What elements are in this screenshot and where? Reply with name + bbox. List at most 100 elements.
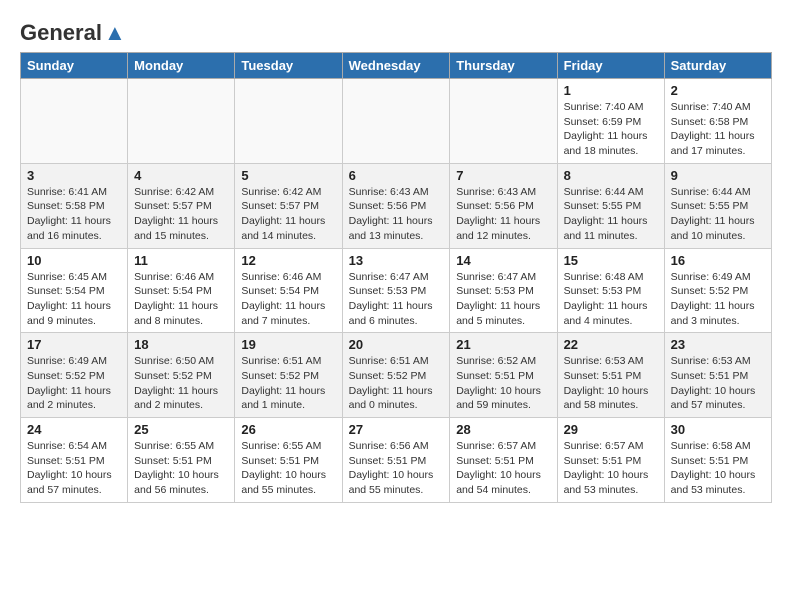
day-info: Sunrise: 7:40 AM Sunset: 6:58 PM Dayligh… bbox=[671, 100, 765, 159]
day-number: 21 bbox=[456, 337, 550, 352]
day-number: 14 bbox=[456, 253, 550, 268]
header: General ▲ bbox=[20, 20, 772, 42]
day-number: 16 bbox=[671, 253, 765, 268]
day-number: 18 bbox=[134, 337, 228, 352]
day-info: Sunrise: 6:52 AM Sunset: 5:51 PM Dayligh… bbox=[456, 354, 550, 413]
calendar-cell: 20 Sunrise: 6:51 AM Sunset: 5:52 PM Dayli… bbox=[342, 333, 450, 418]
day-info: Sunrise: 6:42 AM Sunset: 5:57 PM Dayligh… bbox=[134, 185, 228, 244]
calendar-cell bbox=[342, 79, 450, 164]
day-info: Sunrise: 6:44 AM Sunset: 5:55 PM Dayligh… bbox=[564, 185, 658, 244]
day-info: Sunrise: 6:57 AM Sunset: 5:51 PM Dayligh… bbox=[456, 439, 550, 498]
calendar-cell: 15 Sunrise: 6:48 AM Sunset: 5:53 PM Dayli… bbox=[557, 248, 664, 333]
weekday-header-thursday: Thursday bbox=[450, 53, 557, 79]
weekday-header-wednesday: Wednesday bbox=[342, 53, 450, 79]
day-number: 24 bbox=[27, 422, 121, 437]
day-number: 15 bbox=[564, 253, 658, 268]
calendar-cell: 7 Sunrise: 6:43 AM Sunset: 5:56 PM Daylig… bbox=[450, 163, 557, 248]
weekday-header-monday: Monday bbox=[128, 53, 235, 79]
day-info: Sunrise: 6:51 AM Sunset: 5:52 PM Dayligh… bbox=[349, 354, 444, 413]
calendar-cell: 10Sunrise: 6:45 AM Sunset: 5:54 PM Dayli… bbox=[21, 248, 128, 333]
day-number: 23 bbox=[671, 337, 765, 352]
calendar-cell: 16 Sunrise: 6:49 AM Sunset: 5:52 PM Dayli… bbox=[664, 248, 771, 333]
day-number: 7 bbox=[456, 168, 550, 183]
day-info: Sunrise: 6:46 AM Sunset: 5:54 PM Dayligh… bbox=[241, 270, 335, 329]
day-number: 10 bbox=[27, 253, 121, 268]
calendar-cell: 2 Sunrise: 7:40 AM Sunset: 6:58 PM Daylig… bbox=[664, 79, 771, 164]
calendar-week-row: 10Sunrise: 6:45 AM Sunset: 5:54 PM Dayli… bbox=[21, 248, 772, 333]
day-number: 29 bbox=[564, 422, 658, 437]
calendar-cell: 29 Sunrise: 6:57 AM Sunset: 5:51 PM Dayli… bbox=[557, 418, 664, 503]
day-number: 30 bbox=[671, 422, 765, 437]
calendar-cell: 13 Sunrise: 6:47 AM Sunset: 5:53 PM Dayli… bbox=[342, 248, 450, 333]
calendar-cell: 23 Sunrise: 6:53 AM Sunset: 5:51 PM Dayli… bbox=[664, 333, 771, 418]
calendar-table: SundayMondayTuesdayWednesdayThursdayFrid… bbox=[20, 52, 772, 503]
day-info: Sunrise: 6:43 AM Sunset: 5:56 PM Dayligh… bbox=[456, 185, 550, 244]
day-number: 5 bbox=[241, 168, 335, 183]
day-info: Sunrise: 6:48 AM Sunset: 5:53 PM Dayligh… bbox=[564, 270, 658, 329]
weekday-header-tuesday: Tuesday bbox=[235, 53, 342, 79]
day-number: 27 bbox=[349, 422, 444, 437]
day-info: Sunrise: 6:49 AM Sunset: 5:52 PM Dayligh… bbox=[671, 270, 765, 329]
day-info: Sunrise: 6:43 AM Sunset: 5:56 PM Dayligh… bbox=[349, 185, 444, 244]
calendar-cell: 12 Sunrise: 6:46 AM Sunset: 5:54 PM Dayli… bbox=[235, 248, 342, 333]
day-number: 25 bbox=[134, 422, 228, 437]
day-info: Sunrise: 6:51 AM Sunset: 5:52 PM Dayligh… bbox=[241, 354, 335, 413]
day-info: Sunrise: 6:53 AM Sunset: 5:51 PM Dayligh… bbox=[671, 354, 765, 413]
calendar-header-row: SundayMondayTuesdayWednesdayThursdayFrid… bbox=[21, 53, 772, 79]
day-info: Sunrise: 6:46 AM Sunset: 5:54 PM Dayligh… bbox=[134, 270, 228, 329]
calendar-cell: 30 Sunrise: 6:58 AM Sunset: 5:51 PM Dayli… bbox=[664, 418, 771, 503]
weekday-header-friday: Friday bbox=[557, 53, 664, 79]
day-number: 2 bbox=[671, 83, 765, 98]
logo-general: General bbox=[20, 20, 102, 46]
calendar-cell: 1 Sunrise: 7:40 AM Sunset: 6:59 PM Daylig… bbox=[557, 79, 664, 164]
calendar-week-row: 3 Sunrise: 6:41 AM Sunset: 5:58 PM Daylig… bbox=[21, 163, 772, 248]
day-info: Sunrise: 6:56 AM Sunset: 5:51 PM Dayligh… bbox=[349, 439, 444, 498]
day-info: Sunrise: 6:42 AM Sunset: 5:57 PM Dayligh… bbox=[241, 185, 335, 244]
day-number: 28 bbox=[456, 422, 550, 437]
calendar-cell: 27 Sunrise: 6:56 AM Sunset: 5:51 PM Dayli… bbox=[342, 418, 450, 503]
day-number: 13 bbox=[349, 253, 444, 268]
day-info: Sunrise: 6:44 AM Sunset: 5:55 PM Dayligh… bbox=[671, 185, 765, 244]
day-number: 3 bbox=[27, 168, 121, 183]
day-number: 12 bbox=[241, 253, 335, 268]
day-info: Sunrise: 6:54 AM Sunset: 5:51 PM Dayligh… bbox=[27, 439, 121, 498]
calendar-cell: 21 Sunrise: 6:52 AM Sunset: 5:51 PM Dayli… bbox=[450, 333, 557, 418]
calendar-cell: 28 Sunrise: 6:57 AM Sunset: 5:51 PM Dayli… bbox=[450, 418, 557, 503]
calendar-cell bbox=[450, 79, 557, 164]
weekday-header-sunday: Sunday bbox=[21, 53, 128, 79]
calendar-cell: 5 Sunrise: 6:42 AM Sunset: 5:57 PM Daylig… bbox=[235, 163, 342, 248]
day-info: Sunrise: 6:50 AM Sunset: 5:52 PM Dayligh… bbox=[134, 354, 228, 413]
calendar-cell: 3 Sunrise: 6:41 AM Sunset: 5:58 PM Daylig… bbox=[21, 163, 128, 248]
calendar-cell: 11 Sunrise: 6:46 AM Sunset: 5:54 PM Dayli… bbox=[128, 248, 235, 333]
calendar-cell: 22 Sunrise: 6:53 AM Sunset: 5:51 PM Dayli… bbox=[557, 333, 664, 418]
calendar-cell: 25 Sunrise: 6:55 AM Sunset: 5:51 PM Dayli… bbox=[128, 418, 235, 503]
day-info: Sunrise: 6:49 AM Sunset: 5:52 PM Dayligh… bbox=[27, 354, 121, 413]
calendar-cell: 4 Sunrise: 6:42 AM Sunset: 5:57 PM Daylig… bbox=[128, 163, 235, 248]
calendar-cell: 18 Sunrise: 6:50 AM Sunset: 5:52 PM Dayli… bbox=[128, 333, 235, 418]
calendar-cell bbox=[21, 79, 128, 164]
calendar-week-row: 24 Sunrise: 6:54 AM Sunset: 5:51 PM Dayli… bbox=[21, 418, 772, 503]
day-info: Sunrise: 6:58 AM Sunset: 5:51 PM Dayligh… bbox=[671, 439, 765, 498]
logo-bird-icon: ▲ bbox=[104, 20, 126, 46]
day-info: Sunrise: 6:41 AM Sunset: 5:58 PM Dayligh… bbox=[27, 185, 121, 244]
calendar-cell: 14 Sunrise: 6:47 AM Sunset: 5:53 PM Dayli… bbox=[450, 248, 557, 333]
day-info: Sunrise: 6:47 AM Sunset: 5:53 PM Dayligh… bbox=[456, 270, 550, 329]
day-number: 9 bbox=[671, 168, 765, 183]
day-number: 20 bbox=[349, 337, 444, 352]
day-info: Sunrise: 6:53 AM Sunset: 5:51 PM Dayligh… bbox=[564, 354, 658, 413]
day-number: 26 bbox=[241, 422, 335, 437]
day-info: Sunrise: 6:47 AM Sunset: 5:53 PM Dayligh… bbox=[349, 270, 444, 329]
day-number: 11 bbox=[134, 253, 228, 268]
weekday-header-saturday: Saturday bbox=[664, 53, 771, 79]
day-info: Sunrise: 6:55 AM Sunset: 5:51 PM Dayligh… bbox=[134, 439, 228, 498]
calendar-cell: 26Sunrise: 6:55 AM Sunset: 5:51 PM Dayli… bbox=[235, 418, 342, 503]
calendar-cell bbox=[128, 79, 235, 164]
calendar-cell: 24 Sunrise: 6:54 AM Sunset: 5:51 PM Dayli… bbox=[21, 418, 128, 503]
day-number: 22 bbox=[564, 337, 658, 352]
day-info: Sunrise: 7:40 AM Sunset: 6:59 PM Dayligh… bbox=[564, 100, 658, 159]
day-number: 17 bbox=[27, 337, 121, 352]
calendar-cell: 9 Sunrise: 6:44 AM Sunset: 5:55 PM Daylig… bbox=[664, 163, 771, 248]
day-number: 4 bbox=[134, 168, 228, 183]
day-number: 1 bbox=[564, 83, 658, 98]
day-info: Sunrise: 6:57 AM Sunset: 5:51 PM Dayligh… bbox=[564, 439, 658, 498]
